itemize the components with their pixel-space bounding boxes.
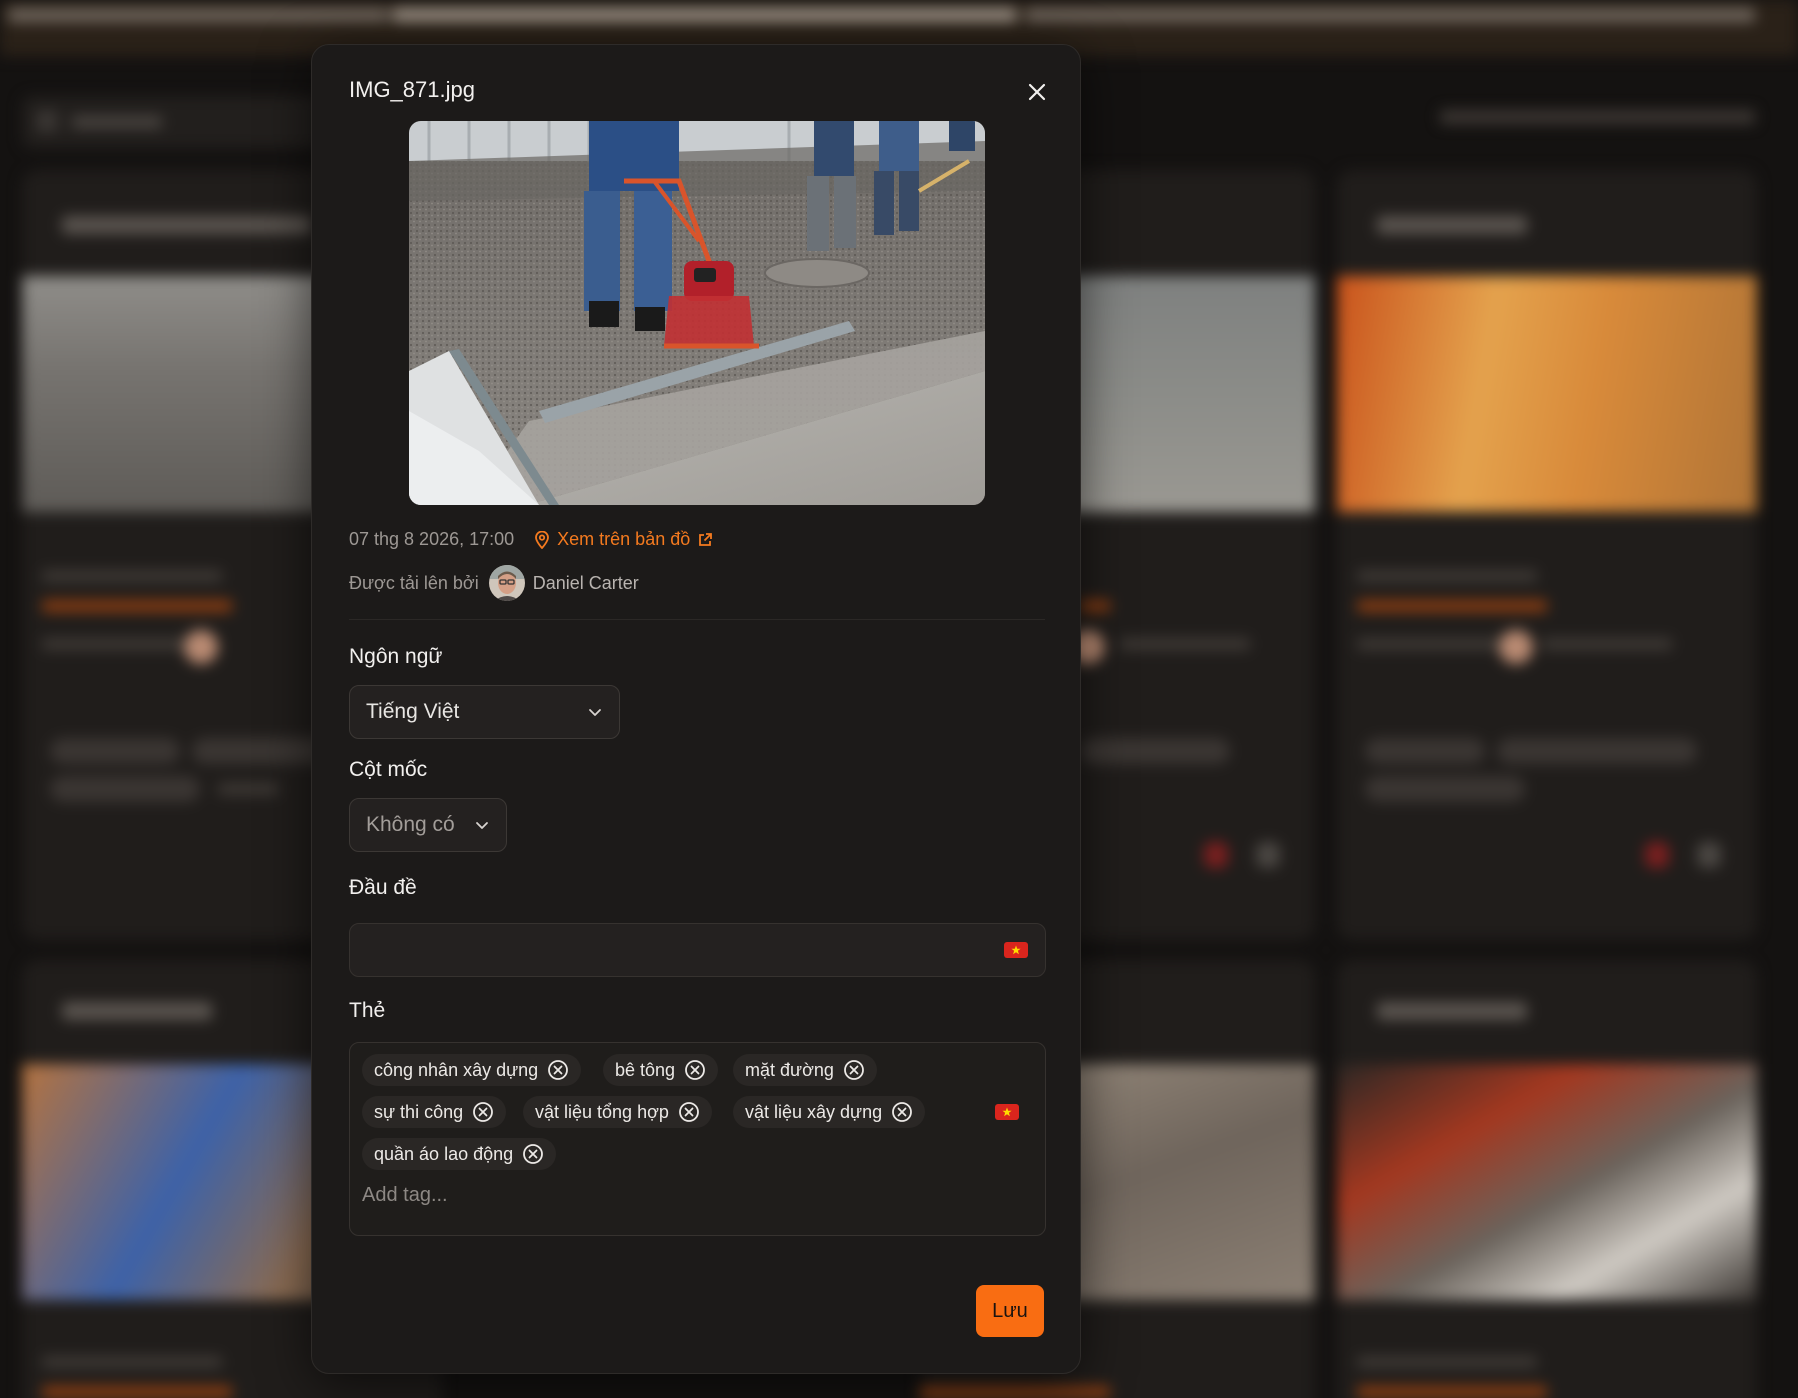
milestone-value: Không có [366,813,455,836]
vietnam-flag-icon[interactable] [995,1104,1019,1120]
tag-label: quần áo lao động [374,1143,514,1164]
language-label: Ngôn ngữ [349,645,443,668]
remove-tag-icon[interactable] [843,1059,865,1081]
tag-chip: công nhân xây dựng [362,1054,582,1086]
uploader-info: Được tải lên bởi Daniel Carter [349,565,639,601]
tag-label: vật liệu xây dựng [745,1101,883,1122]
tag-chip: quần áo lao động [362,1138,557,1170]
photo-detail-modal: IMG_871.jpg 07 thg 8 2026, 17:00 Xem trê… [311,44,1081,1374]
photo-meta: 07 thg 8 2026, 17:00 Xem trên bản đồ [349,529,713,550]
uploader-name: Daniel Carter [532,572,639,593]
tag-chip: bê tông [603,1054,719,1086]
tag-label: sự thi công [374,1101,464,1122]
language-value: Tiếng Việt [366,700,460,723]
photo-card[interactable] [1337,170,1757,940]
vietnam-flag-icon[interactable] [1004,942,1028,958]
view-toggle[interactable] [22,96,322,148]
tag-chip: mặt đường [733,1054,877,1086]
remove-tag-icon[interactable] [547,1059,569,1081]
add-tag-input[interactable]: Add tag... [362,1184,448,1207]
chevron-down-icon [587,704,603,720]
tag-chip: sự thi công [362,1096,507,1128]
photo-preview [409,121,985,505]
remove-tag-icon[interactable] [522,1143,544,1165]
location-pin-icon [535,530,550,549]
tags-label: Thẻ [349,999,386,1022]
close-button[interactable] [1020,75,1054,109]
tag-label: vật liệu tổng hợp [535,1101,669,1122]
photo-card[interactable] [1337,960,1757,1398]
chevron-down-icon [474,817,490,833]
capture-date: 07 thg 8 2026, 17:00 [349,529,515,549]
milestone-label: Cột mốc [349,758,428,781]
close-icon [1028,83,1046,101]
remove-tag-icon[interactable] [678,1101,700,1123]
view-on-map-label: Xem trên bản đồ [557,529,691,549]
avatar [488,565,525,601]
remove-tag-icon[interactable] [891,1101,913,1123]
results-count [1440,110,1755,124]
language-select[interactable]: Tiếng Việt [349,685,620,739]
tags-field[interactable]: công nhân xây dựng bê tông mặt đường sự … [349,1042,1046,1236]
tag-chip: vật liệu tổng hợp [523,1096,712,1128]
view-on-map-link[interactable]: Xem trên bản đồ [534,529,713,550]
save-button[interactable]: Lưu [976,1285,1044,1337]
milestone-select[interactable]: Không có [349,798,507,852]
remove-tag-icon[interactable] [472,1101,494,1123]
external-link-icon [699,532,713,546]
divider [349,619,1045,620]
modal-title: IMG_871.jpg [349,77,475,102]
tag-chip: vật liệu xây dựng [733,1096,926,1128]
title-label: Đầu đề [349,876,417,899]
tag-label: bê tông [615,1059,676,1080]
tag-label: mặt đường [745,1059,834,1080]
remove-tag-icon[interactable] [684,1059,706,1081]
title-input[interactable] [349,923,1046,977]
uploaded-by-label: Được tải lên bởi [349,572,479,593]
tag-label: công nhân xây dựng [374,1059,539,1080]
